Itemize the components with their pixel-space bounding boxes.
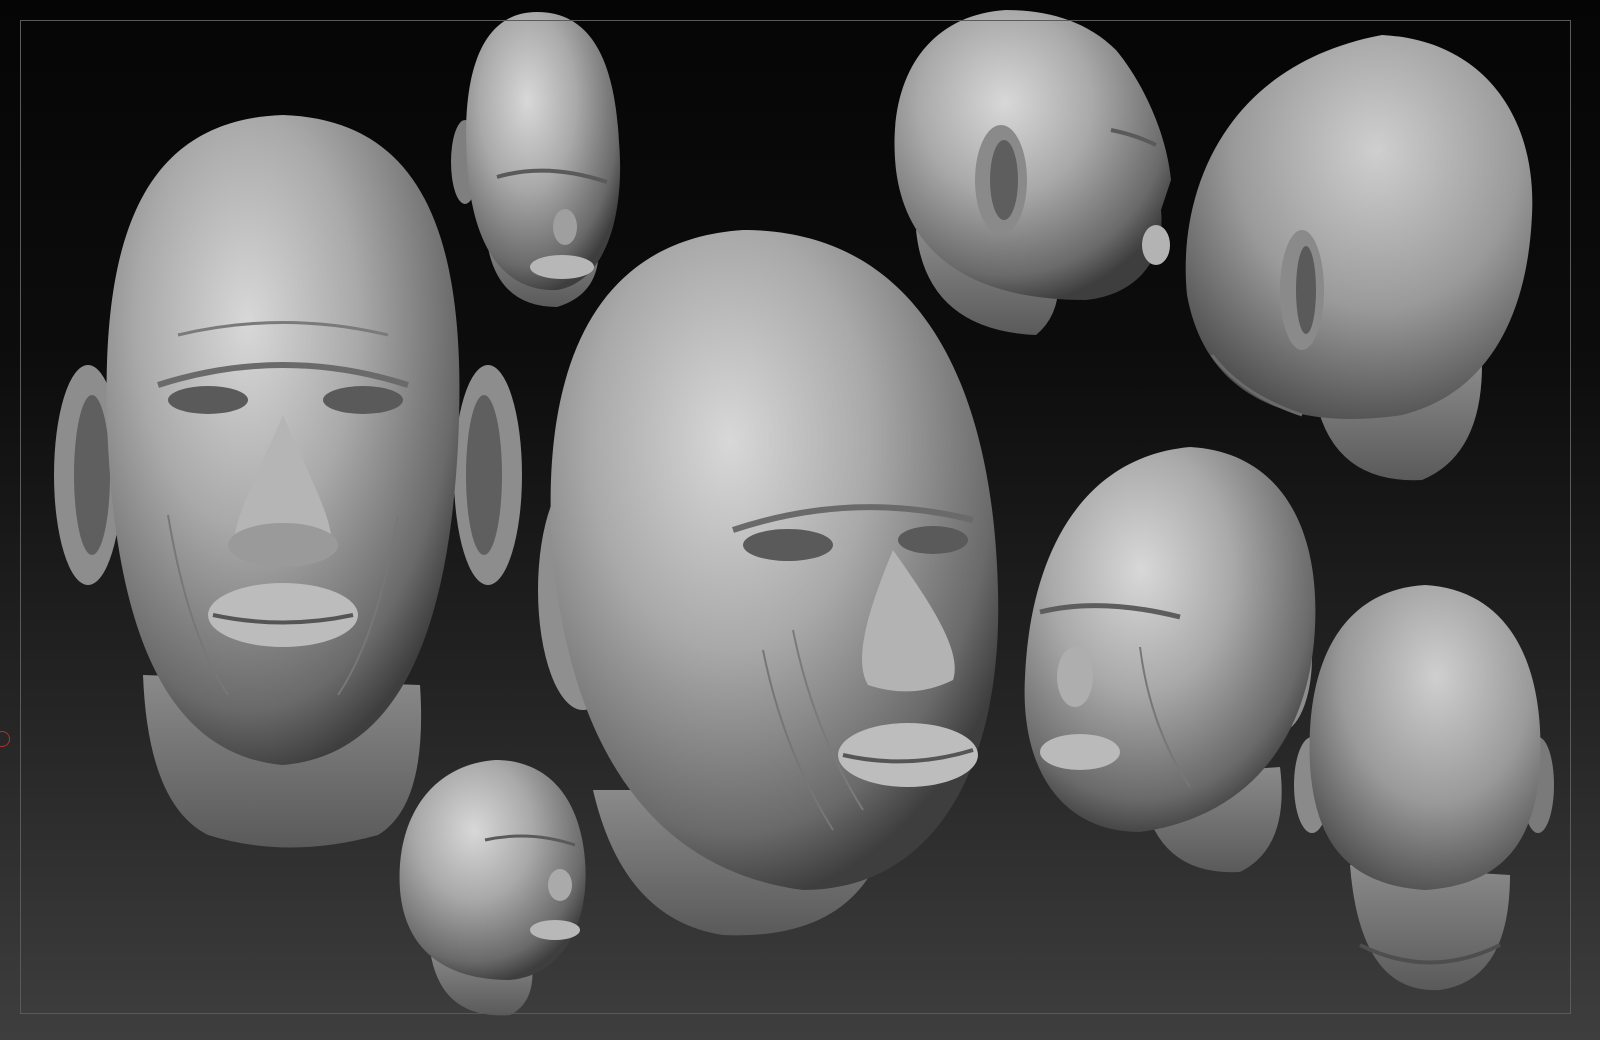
head-back-three-quarter[interactable]	[1182, 35, 1542, 485]
sculpt-viewport[interactable]	[0, 0, 1600, 1040]
transpose-hotspot-icon[interactable]	[0, 731, 10, 747]
head-back[interactable]	[1290, 585, 1560, 995]
head-small-bottom[interactable]	[390, 760, 590, 1020]
head-three-quarter-left[interactable]	[1020, 447, 1320, 877]
head-profile-right[interactable]	[886, 10, 1176, 340]
